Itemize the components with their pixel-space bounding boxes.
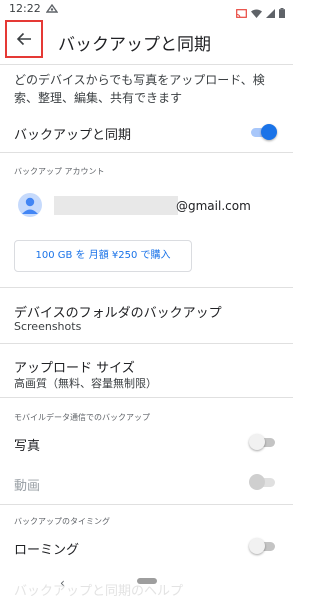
page-title: バックアップと同期 (58, 35, 211, 55)
system-nav-bar: ‹ (0, 570, 293, 600)
divider (0, 152, 293, 153)
account-email: @gmail.com (176, 199, 251, 213)
device-folders-subtitle: Screenshots (14, 320, 82, 333)
app-bar: バックアップと同期 (0, 18, 293, 64)
mobile-videos-label: 動画 (14, 479, 41, 494)
notification-icon (46, 4, 58, 13)
arrow-back-icon (16, 32, 31, 46)
app-bar-divider (0, 64, 293, 65)
nav-back-icon[interactable]: ‹ (60, 576, 65, 590)
backup-sync-toggle[interactable] (251, 122, 277, 142)
backup-sync-label: バックアップと同期 (14, 128, 132, 143)
upload-size-title: アップロード サイズ (14, 361, 135, 376)
backup-account-header: バックアップ アカウント (14, 167, 105, 176)
mobile-photos-toggle[interactable] (249, 432, 275, 452)
divider (0, 504, 293, 505)
upload-size-subtitle: 高画質（無料、容量無制限） (14, 377, 157, 390)
status-time: 12:22 (9, 2, 41, 15)
mobile-videos-toggle (249, 472, 275, 492)
person-icon (22, 197, 38, 214)
device-folders-title: デバイスのフォルダのバックアップ (14, 306, 222, 321)
divider (0, 343, 293, 344)
description-text: どのデバイスからでも写真をアップロード、検索、整理、編集、共有できます (14, 73, 265, 105)
avatar (18, 193, 42, 217)
mobile-data-header: モバイルデータ通信でのバックアップ (14, 413, 150, 422)
status-bar: 12:22 (0, 0, 293, 18)
divider (0, 287, 293, 288)
divider (0, 397, 293, 398)
roaming-label: ローミング (14, 543, 80, 558)
timing-header: バックアップのタイミング (14, 517, 110, 526)
roaming-toggle[interactable] (249, 536, 275, 556)
mobile-photos-label: 写真 (14, 439, 41, 454)
email-redaction (54, 196, 178, 215)
nav-home-pill[interactable] (137, 578, 157, 584)
buy-storage-button[interactable]: 100 GB を 月額 ¥250 で購入 (14, 240, 192, 272)
back-button[interactable] (5, 20, 43, 58)
